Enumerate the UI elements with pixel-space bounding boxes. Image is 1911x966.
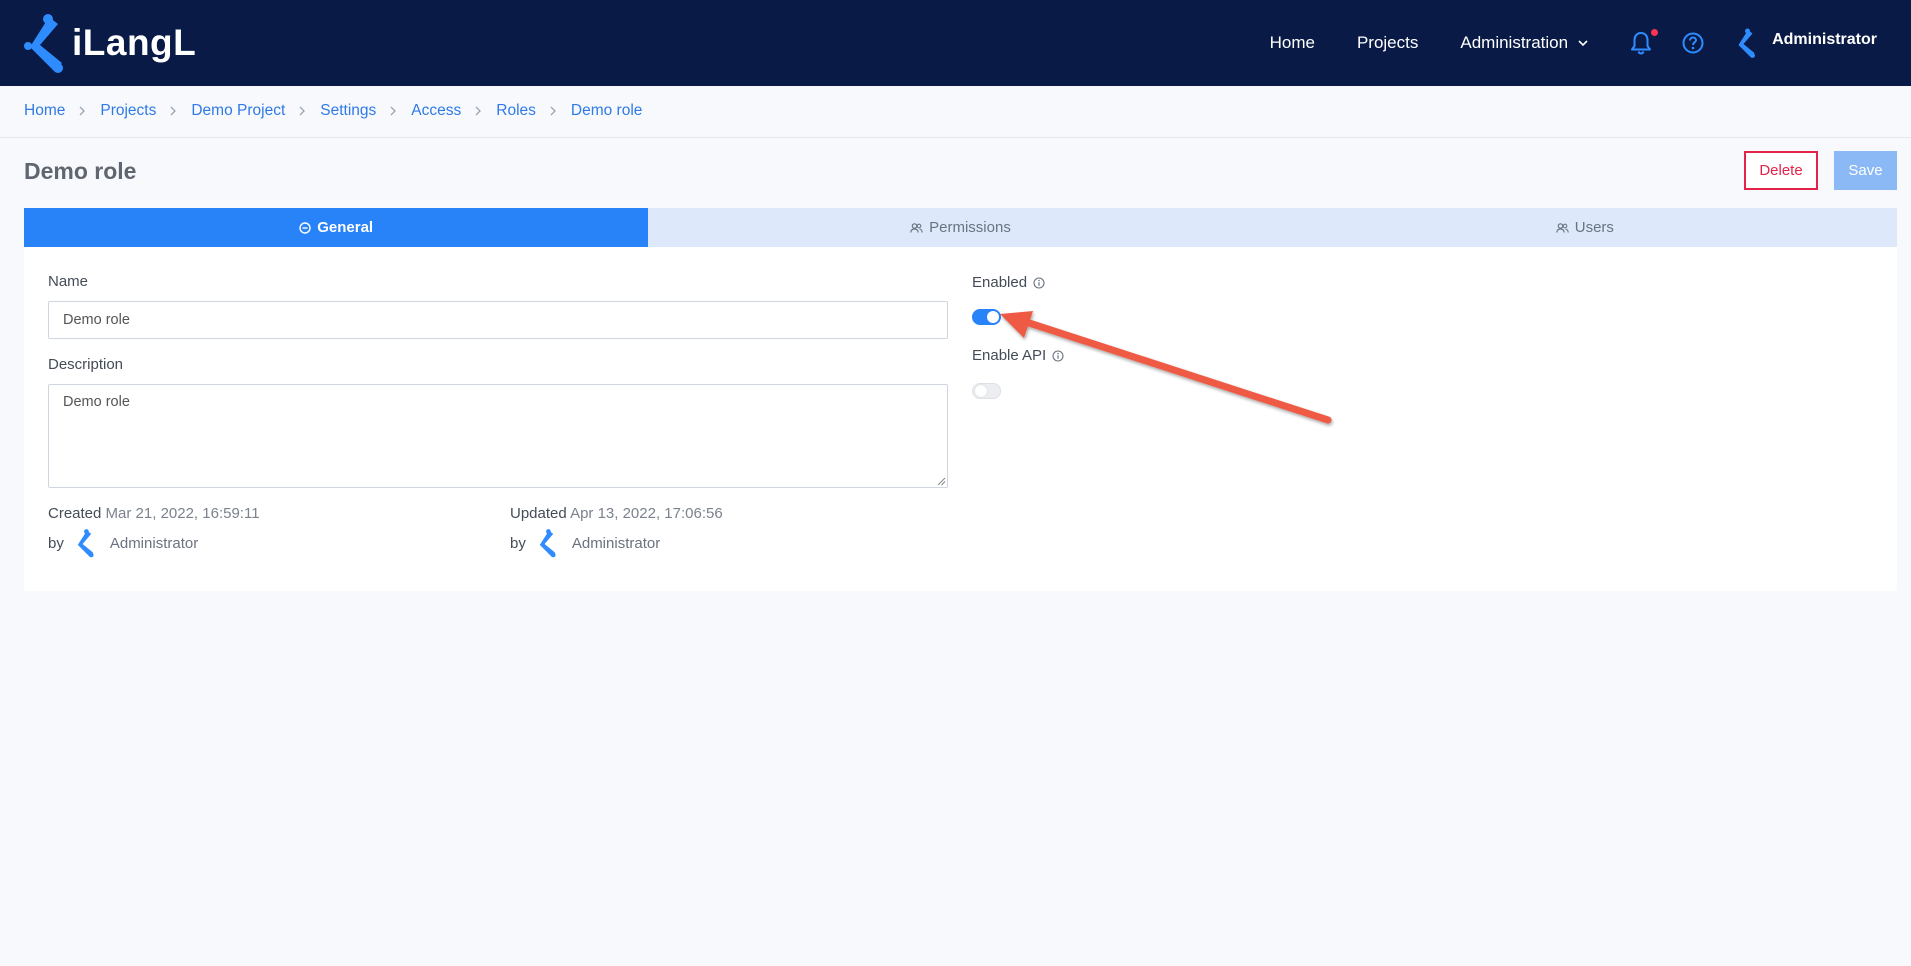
bell-icon	[1631, 32, 1652, 55]
tab-users[interactable]: Users	[1273, 208, 1897, 247]
enable-api-label-text: Enable API	[972, 347, 1047, 364]
tab-permissions-label: Permissions	[929, 219, 1011, 236]
info-icon[interactable]	[1033, 276, 1045, 289]
updated-date: Apr 13, 2022, 17:06:56	[570, 505, 723, 522]
breadcrumb-divider	[0, 137, 1911, 138]
resize-grip-icon[interactable]	[937, 477, 946, 486]
user-name: Administrator	[1772, 31, 1877, 48]
info-icon[interactable]	[1052, 349, 1064, 362]
delete-button[interactable]: Delete	[1744, 151, 1818, 190]
toggle-knob	[987, 311, 999, 323]
enabled-label: Enabled	[972, 274, 1045, 291]
breadcrumb-access[interactable]: Access	[411, 102, 461, 120]
tab-general-label: General	[317, 219, 374, 236]
top-navbar: iLangL Home Projects Administration Admi…	[0, 0, 1911, 86]
tab-bar: General Permissions Users	[24, 208, 1897, 247]
chevron-right-icon	[550, 106, 557, 116]
minus-circle-icon	[299, 221, 311, 234]
nav-home[interactable]: Home	[1270, 33, 1315, 53]
updated-by-name: Administrator	[571, 534, 661, 552]
created-label: Created	[48, 505, 102, 522]
tab-permissions[interactable]: Permissions	[648, 208, 1272, 247]
enabled-toggle[interactable]	[972, 309, 1001, 325]
avatar	[74, 528, 96, 558]
enable-api-toggle[interactable]	[972, 383, 1001, 399]
avatar	[1738, 28, 1756, 58]
chevron-right-icon	[299, 106, 306, 116]
logo-text: iLangL	[72, 22, 197, 63]
enable-api-label: Enable API	[972, 347, 1064, 364]
tab-users-label: Users	[1574, 219, 1614, 236]
notifications-button[interactable]	[1630, 29, 1659, 55]
chevron-right-icon	[475, 106, 482, 116]
help-button[interactable]	[1682, 32, 1704, 54]
save-button[interactable]: Save	[1834, 151, 1897, 190]
chevron-right-icon	[390, 106, 397, 116]
page-title: Demo role	[24, 158, 137, 184]
breadcrumb-roles[interactable]: Roles	[496, 102, 536, 120]
breadcrumb-demo-project[interactable]: Demo Project	[191, 102, 285, 120]
created-by-prefix: by	[48, 534, 64, 552]
main-nav: Home Projects Administration Administrat…	[1270, 0, 1911, 86]
breadcrumb-settings[interactable]: Settings	[320, 102, 376, 120]
breadcrumb-projects[interactable]: Projects	[100, 102, 156, 120]
nav-administration[interactable]: Administration	[1460, 33, 1588, 53]
nav-administration-label: Administration	[1460, 33, 1569, 52]
users-icon	[1555, 222, 1569, 233]
created-info: Created Mar 21, 2022, 16:59:11	[48, 505, 260, 522]
breadcrumb-home[interactable]: Home	[24, 102, 65, 120]
updated-info: Updated Apr 13, 2022, 17:06:56	[510, 505, 723, 522]
updated-by: by Administrator	[510, 528, 660, 558]
created-date: Mar 21, 2022, 16:59:11	[105, 505, 260, 522]
tab-general[interactable]: General	[24, 208, 649, 247]
chevron-right-icon	[170, 106, 177, 116]
general-form-card: Name Description Demo role Created Mar 2…	[24, 247, 1897, 591]
breadcrumb: Home Projects Demo Project Settings Acce…	[24, 100, 642, 122]
avatar	[536, 528, 558, 558]
notification-badge	[1651, 29, 1659, 36]
logo-mark-icon	[24, 14, 63, 73]
updated-by-prefix: by	[510, 534, 526, 552]
created-by-name: Administrator	[109, 534, 199, 552]
nav-projects[interactable]: Projects	[1357, 33, 1418, 53]
enabled-label-text: Enabled	[972, 274, 1028, 291]
name-input[interactable]	[48, 301, 948, 339]
help-icon	[1682, 32, 1704, 54]
users-icon	[910, 222, 923, 233]
chevron-down-icon	[1578, 39, 1588, 46]
name-label: Name	[48, 273, 89, 290]
description-label: Description	[48, 356, 124, 373]
user-menu[interactable]: Administrator	[1734, 28, 1877, 58]
created-by: by Administrator	[48, 528, 198, 558]
breadcrumb-demo-role[interactable]: Demo role	[571, 102, 643, 120]
app-logo[interactable]: iLangL	[22, 12, 196, 74]
updated-label: Updated	[510, 505, 567, 522]
chevron-right-icon	[79, 106, 86, 116]
toggle-knob	[975, 385, 987, 397]
description-textarea[interactable]: Demo role	[48, 384, 948, 488]
